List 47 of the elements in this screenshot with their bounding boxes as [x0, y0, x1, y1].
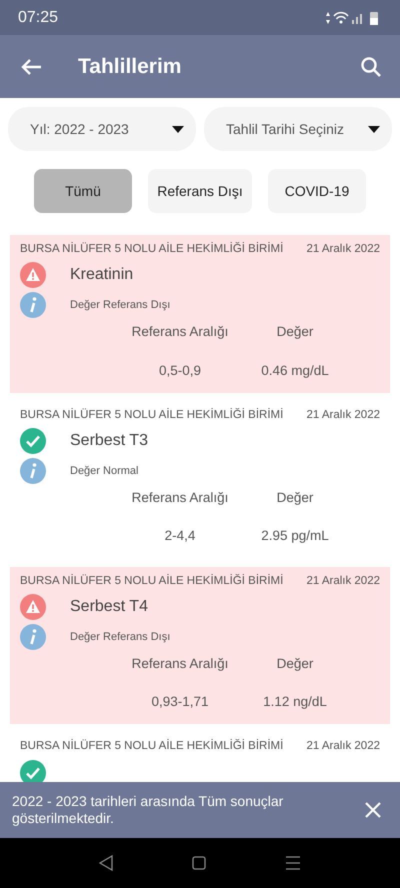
- column-header: Değer: [276, 489, 314, 507]
- result-value: 1.12 ng/dL: [262, 693, 328, 711]
- result-date: 21 Aralık 2022: [306, 739, 380, 754]
- back-arrow-icon[interactable]: [20, 58, 42, 76]
- test-name: Serbest T3: [70, 431, 148, 451]
- column-header: Referans Aralığı: [130, 489, 230, 507]
- result-value: 2.95 pg/mL: [260, 527, 330, 546]
- screen-title: Tahlillerim: [78, 54, 182, 80]
- info-icon: [20, 458, 46, 484]
- menu-nav-icon[interactable]: [284, 856, 301, 870]
- caret-icon: [172, 126, 184, 132]
- column-header: Değer: [276, 323, 314, 342]
- reference-range: 0,5-0,9: [158, 362, 202, 380]
- reference-range: 2-4,4: [164, 527, 196, 546]
- back-nav-icon[interactable]: [99, 855, 114, 871]
- column-header: Değer: [276, 654, 314, 673]
- status-text: Değer Normal: [70, 464, 138, 479]
- info-icon: [20, 624, 46, 650]
- facility-name: BURSA NİLÜFER 5 NOLU AİLE HEKİMLİĞİ BİRİMİ: [20, 241, 284, 257]
- close-icon[interactable]: [364, 801, 382, 819]
- dropdown-field[interactable]: Tahlil Tarihi Seçiniz: [204, 107, 392, 151]
- test-name: Kreatinin: [70, 265, 134, 286]
- status-text: Değer Referans Dışı: [70, 630, 170, 644]
- status-time: 07:25: [18, 8, 58, 28]
- snackbar-message: 2022 - 2023 tarihleri arasında Tüm sonuçlar gösterilmektedir.: [12, 792, 284, 828]
- home-nav-icon[interactable]: [192, 856, 206, 870]
- column-header: Referans Aralığı: [130, 654, 230, 673]
- status-text: Değer Referans Dışı: [70, 298, 170, 313]
- filter-tab[interactable]: Referans Dışı: [148, 169, 252, 213]
- filter-tab[interactable]: Tümü: [34, 169, 132, 213]
- warning-icon: [20, 594, 46, 620]
- info-icon: [20, 292, 46, 318]
- caret-icon: [368, 126, 380, 132]
- facility-name: BURSA NİLÜFER 5 NOLU AİLE HEKİMLİĞİ BİRİMİ: [20, 407, 284, 423]
- reference-range: 0,93-1,71: [150, 693, 210, 711]
- result-date: 21 Aralık 2022: [306, 242, 380, 257]
- warning-icon: [20, 262, 46, 288]
- test-name: Serbest T4: [70, 596, 148, 617]
- result-value: 0.46 mg/dL: [260, 362, 330, 380]
- result-date: 21 Aralık 2022: [306, 574, 380, 588]
- column-header: Referans Aralığı: [130, 323, 230, 342]
- facility-name: BURSA NİLÜFER 5 NOLU AİLE HEKİMLİĞİ BİRİMİ: [20, 738, 284, 754]
- result-date: 21 Aralık 2022: [306, 408, 380, 423]
- filter-tab[interactable]: COVID-19: [268, 169, 366, 213]
- dropdown-field[interactable]: Yıl: 2022 - 2023: [8, 107, 196, 151]
- facility-name: BURSA NİLÜFER 5 NOLU AİLE HEKİMLİĞİ BİRİMİ: [20, 573, 284, 588]
- search-icon[interactable]: [360, 56, 382, 78]
